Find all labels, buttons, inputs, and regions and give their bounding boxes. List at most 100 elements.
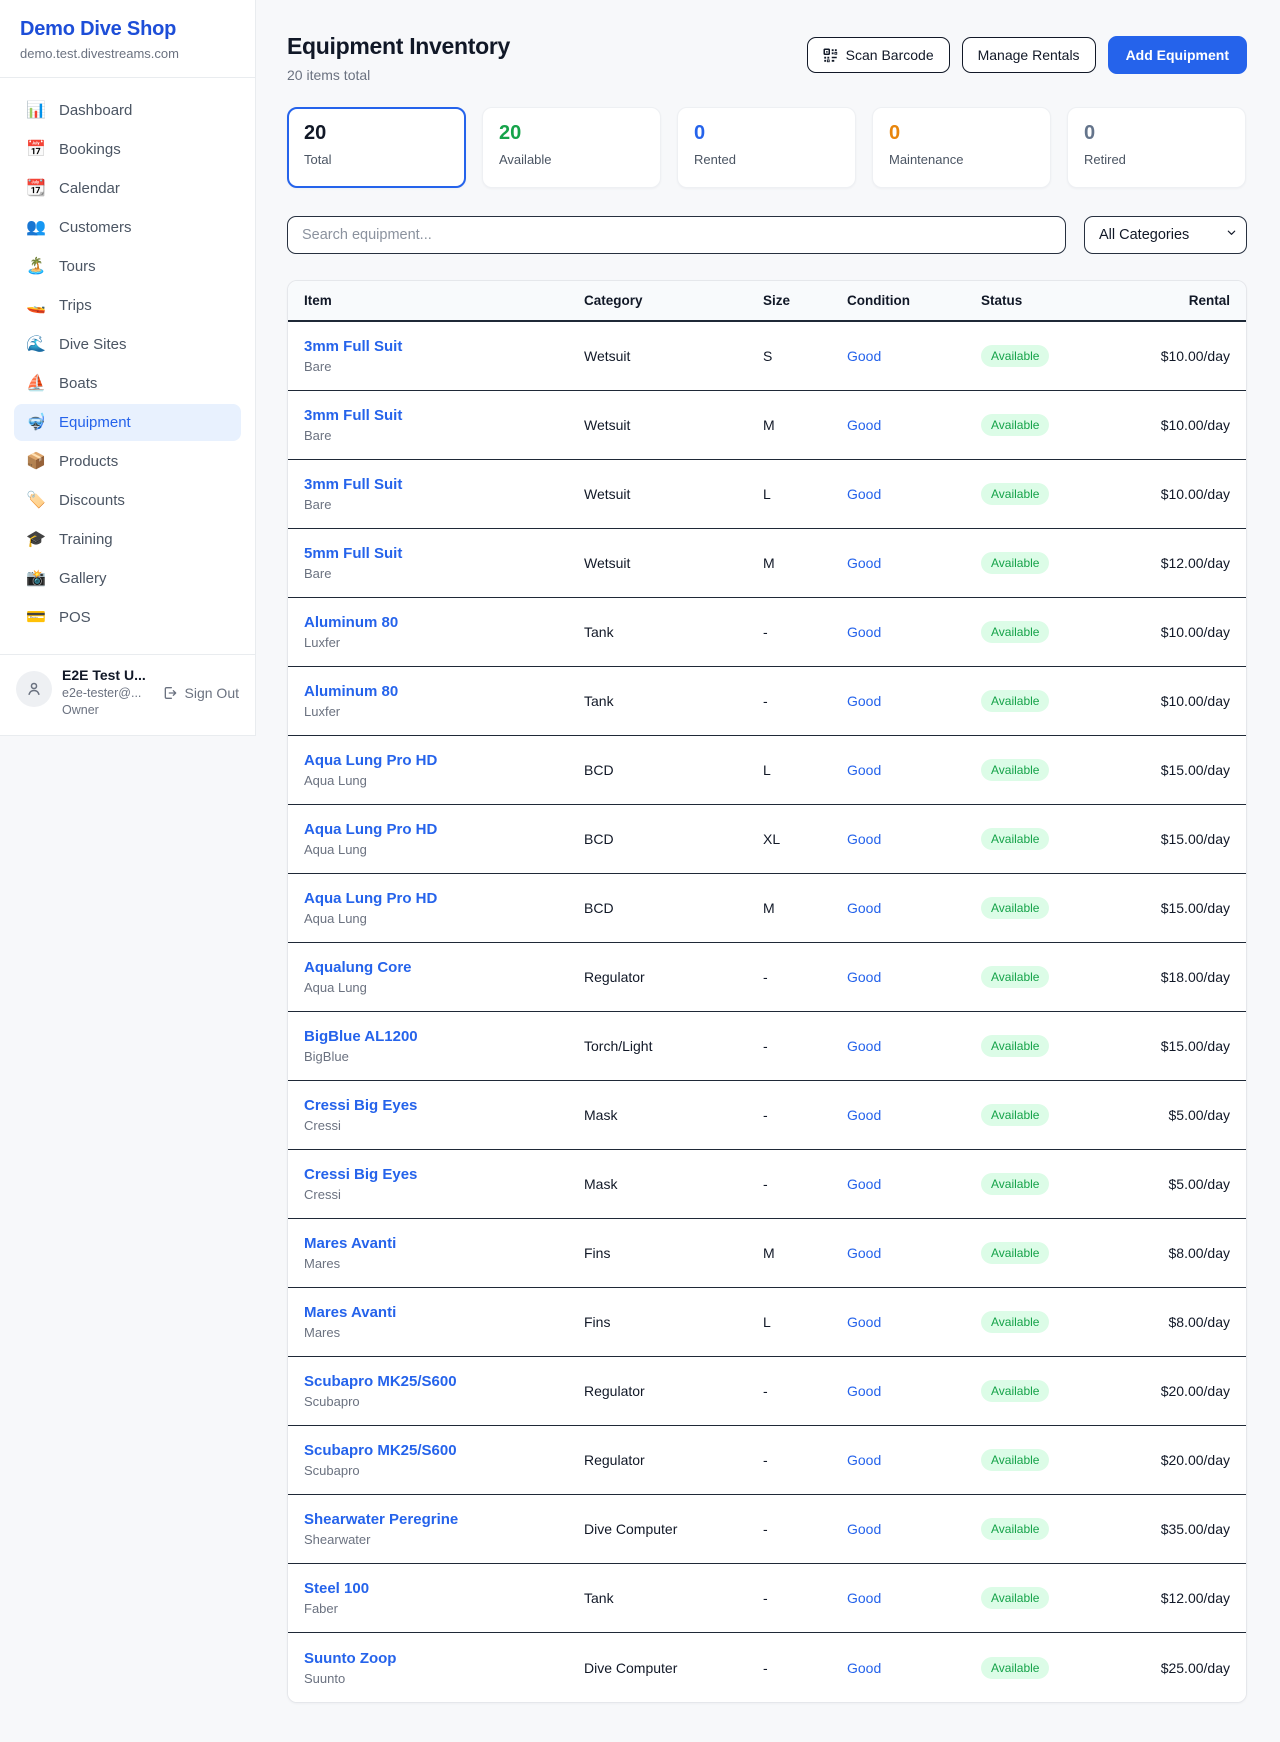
rental-cell: $5.00/day xyxy=(1141,1176,1230,1192)
item-name-link[interactable]: Aluminum 80 xyxy=(304,614,584,631)
sidebar-item-equipment[interactable]: 🤿 Equipment xyxy=(14,404,241,441)
item-name-link[interactable]: 3mm Full Suit xyxy=(304,476,584,493)
sign-out-button[interactable]: Sign Out xyxy=(162,685,239,701)
size-cell: L xyxy=(763,1314,847,1330)
table-row: Mares Avanti Mares Fins M Good Available… xyxy=(288,1219,1246,1288)
stat-card-total[interactable]: 20 Total xyxy=(287,107,466,188)
category-cell: BCD xyxy=(584,831,763,847)
search-input[interactable] xyxy=(287,216,1066,254)
item-name-link[interactable]: Steel 100 xyxy=(304,1580,584,1597)
condition-link[interactable]: Good xyxy=(847,831,981,847)
status-badge: Available xyxy=(981,759,1049,781)
item-name-link[interactable]: Aqua Lung Pro HD xyxy=(304,890,584,907)
item-cell: Aqua Lung Pro HD Aqua Lung xyxy=(304,821,584,857)
condition-link[interactable]: Good xyxy=(847,1590,981,1606)
item-name-link[interactable]: Mares Avanti xyxy=(304,1304,584,1321)
sidebar-item-pos[interactable]: 💳 POS xyxy=(14,599,241,636)
condition-link[interactable]: Good xyxy=(847,417,981,433)
stat-card-retired[interactable]: 0 Retired xyxy=(1067,107,1246,188)
bookings-icon: 📅 xyxy=(26,142,46,158)
stat-label: Retired xyxy=(1084,152,1229,167)
scan-barcode-button[interactable]: Scan Barcode xyxy=(807,37,950,73)
column-header-category: Category xyxy=(584,293,763,308)
item-name-link[interactable]: Aluminum 80 xyxy=(304,683,584,700)
condition-link[interactable]: Good xyxy=(847,348,981,364)
condition-link[interactable]: Good xyxy=(847,693,981,709)
item-cell: Mares Avanti Mares xyxy=(304,1304,584,1340)
stat-card-rented[interactable]: 0 Rented xyxy=(677,107,856,188)
status-badge: Available xyxy=(981,690,1049,712)
sidebar-item-dive-sites[interactable]: 🌊 Dive Sites xyxy=(14,326,241,363)
status-cell: Available xyxy=(981,552,1141,574)
item-name-link[interactable]: Aqua Lung Pro HD xyxy=(304,752,584,769)
category-cell: Regulator xyxy=(584,969,763,985)
condition-link[interactable]: Good xyxy=(847,1107,981,1123)
item-name-link[interactable]: 5mm Full Suit xyxy=(304,545,584,562)
condition-link[interactable]: Good xyxy=(847,1521,981,1537)
size-cell: S xyxy=(763,348,847,364)
condition-link[interactable]: Good xyxy=(847,900,981,916)
sign-out-label: Sign Out xyxy=(185,685,239,701)
sidebar-item-products[interactable]: 📦 Products xyxy=(14,443,241,480)
item-name-link[interactable]: BigBlue AL1200 xyxy=(304,1028,584,1045)
condition-link[interactable]: Good xyxy=(847,1176,981,1192)
sidebar-item-tours[interactable]: 🏝️ Tours xyxy=(14,248,241,285)
item-name-link[interactable]: Scubapro MK25/S600 xyxy=(304,1373,584,1390)
condition-link[interactable]: Good xyxy=(847,1245,981,1261)
page-title-block: Equipment Inventory 20 items total xyxy=(287,33,510,83)
sidebar-item-trips[interactable]: 🚤 Trips xyxy=(14,287,241,324)
condition-link[interactable]: Good xyxy=(847,969,981,985)
condition-link[interactable]: Good xyxy=(847,624,981,640)
size-cell: M xyxy=(763,555,847,571)
condition-link[interactable]: Good xyxy=(847,555,981,571)
category-filter[interactable]: All Categories xyxy=(1084,216,1247,254)
sidebar-item-calendar[interactable]: 📆 Calendar xyxy=(14,170,241,207)
condition-link[interactable]: Good xyxy=(847,1314,981,1330)
item-name-link[interactable]: 3mm Full Suit xyxy=(304,338,584,355)
manage-rentals-button[interactable]: Manage Rentals xyxy=(962,37,1096,73)
item-name-link[interactable]: Scubapro MK25/S600 xyxy=(304,1442,584,1459)
category-cell: Wetsuit xyxy=(584,417,763,433)
status-cell: Available xyxy=(981,759,1141,781)
stat-card-maintenance[interactable]: 0 Maintenance xyxy=(872,107,1051,188)
status-badge: Available xyxy=(981,828,1049,850)
item-name-link[interactable]: Cressi Big Eyes xyxy=(304,1166,584,1183)
sidebar-item-boats[interactable]: ⛵ Boats xyxy=(14,365,241,402)
item-name-link[interactable]: Cressi Big Eyes xyxy=(304,1097,584,1114)
item-name-link[interactable]: Mares Avanti xyxy=(304,1235,584,1252)
item-name-link[interactable]: Shearwater Peregrine xyxy=(304,1511,584,1528)
sidebar-item-discounts[interactable]: 🏷️ Discounts xyxy=(14,482,241,519)
item-name-link[interactable]: Aqua Lung Pro HD xyxy=(304,821,584,838)
item-brand: Suunto xyxy=(304,1671,584,1686)
condition-link[interactable]: Good xyxy=(847,1038,981,1054)
item-cell: 3mm Full Suit Bare xyxy=(304,407,584,443)
item-cell: Shearwater Peregrine Shearwater xyxy=(304,1511,584,1547)
category-cell: Dive Computer xyxy=(584,1521,763,1537)
sign-out-icon xyxy=(162,685,178,701)
stats-row: 20 Total 20 Available 0 Rented 0 Mainten… xyxy=(287,107,1247,188)
condition-link[interactable]: Good xyxy=(847,1452,981,1468)
column-header-rental: Rental xyxy=(1141,293,1230,308)
sidebar-item-bookings[interactable]: 📅 Bookings xyxy=(14,131,241,168)
add-equipment-button[interactable]: Add Equipment xyxy=(1108,36,1247,74)
rental-cell: $25.00/day xyxy=(1141,1660,1230,1676)
rental-cell: $10.00/day xyxy=(1141,348,1230,364)
sidebar-item-gallery[interactable]: 📸 Gallery xyxy=(14,560,241,597)
status-cell: Available xyxy=(981,1518,1141,1540)
avatar xyxy=(16,671,52,707)
item-cell: Aqua Lung Pro HD Aqua Lung xyxy=(304,752,584,788)
sidebar-item-training[interactable]: 🎓 Training xyxy=(14,521,241,558)
stat-card-available[interactable]: 20 Available xyxy=(482,107,661,188)
item-name-link[interactable]: 3mm Full Suit xyxy=(304,407,584,424)
condition-link[interactable]: Good xyxy=(847,762,981,778)
table-row: Suunto Zoop Suunto Dive Computer - Good … xyxy=(288,1633,1246,1702)
item-name-link[interactable]: Aqualung Core xyxy=(304,959,584,976)
condition-link[interactable]: Good xyxy=(847,1383,981,1399)
sidebar-item-dashboard[interactable]: 📊 Dashboard xyxy=(14,92,241,129)
condition-link[interactable]: Good xyxy=(847,486,981,502)
size-cell: - xyxy=(763,1521,847,1537)
add-equipment-label: Add Equipment xyxy=(1126,47,1229,63)
item-name-link[interactable]: Suunto Zoop xyxy=(304,1650,584,1667)
condition-link[interactable]: Good xyxy=(847,1660,981,1676)
sidebar-item-customers[interactable]: 👥 Customers xyxy=(14,209,241,246)
